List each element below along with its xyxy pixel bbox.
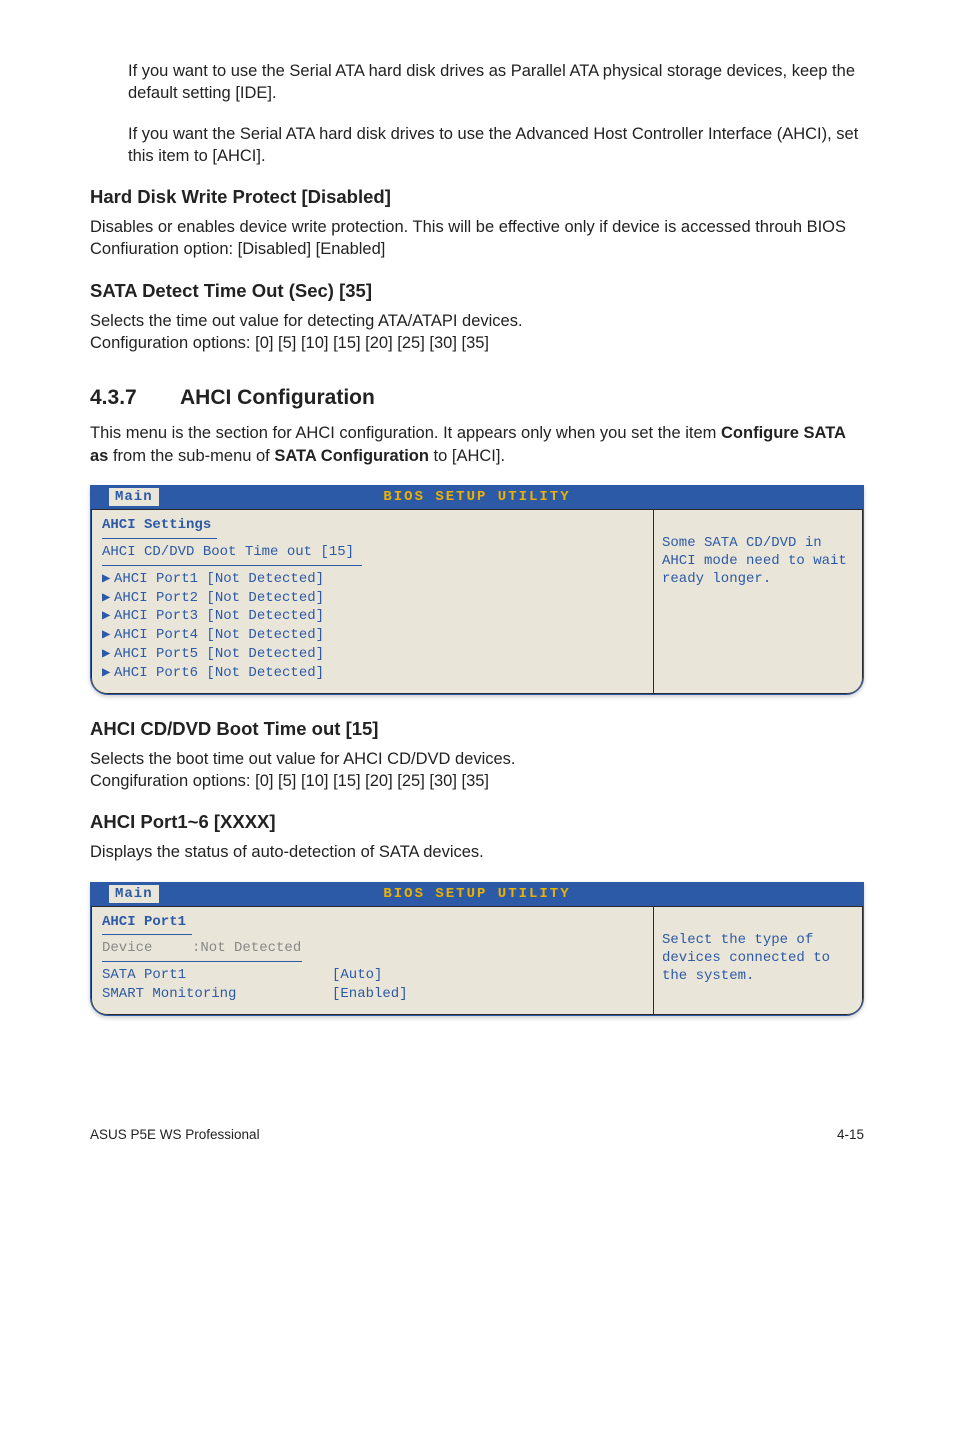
sata-timeout-l2: Configuration options: [0] [5] [10] [15]… [90,332,864,354]
hd-write-protect-body: Disables or enables device write protect… [90,216,864,261]
bios-help-text: Some SATA CD/DVD in AHCI mode need to wa… [662,534,854,589]
sata-timeout-l1: Selects the time out value for detecting… [90,310,864,332]
bios-help-text: Select the type of devices connected to … [662,931,854,986]
bios-title: BIOS SETUP UTILITY [383,886,570,902]
bios-device-row: Device:Not Detected [102,939,643,958]
page-footer: ASUS P5E WS Professional 4-15 [90,1126,864,1144]
bios-heading: AHCI Port1 [102,913,643,932]
triangle-right-icon: ▶ [102,645,114,664]
bios-tab-main: Main [109,885,159,903]
sata-timeout-title: SATA Detect Time Out (Sec) [35] [90,279,864,304]
intro-para-2: If you want the Serial ATA hard disk dri… [128,123,864,168]
footer-page-number: 4-15 [837,1126,864,1144]
footer-left: ASUS P5E WS Professional [90,1126,260,1144]
bios-port-row: ▶AHCI Port3 [Not Detected] [102,607,643,626]
bios-title-bar: Main BIOS SETUP UTILITY [91,486,863,509]
bios-heading: AHCI Settings [102,516,643,535]
ahci-boot-title: AHCI CD/DVD Boot Time out [15] [90,717,864,742]
section-heading: 4.3.7AHCI Configuration [90,384,864,412]
bios-title-bar: Main BIOS SETUP UTILITY [91,883,863,906]
ahci-port-title: AHCI Port1~6 [XXXX] [90,810,864,835]
section-title: AHCI Configuration [180,386,375,409]
bios-screenshot-ahci-settings: Main BIOS SETUP UTILITY AHCI Settings AH… [90,485,864,695]
hd-write-protect-title: Hard Disk Write Protect [Disabled] [90,185,864,210]
ahci-boot-l2: Congifuration options: [0] [5] [10] [15]… [90,770,864,792]
ahci-boot-l1: Selects the boot time out value for AHCI… [90,748,864,770]
bios-port-row: ▶AHCI Port6 [Not Detected] [102,664,643,683]
bios-tab-main: Main [109,488,159,506]
triangle-right-icon: ▶ [102,607,114,626]
bios-separator [102,934,192,935]
bios-screenshot-ahci-port1: Main BIOS SETUP UTILITY AHCI Port1 Devic… [90,882,864,1016]
bios-separator [102,961,302,962]
triangle-right-icon: ▶ [102,589,114,608]
triangle-right-icon: ▶ [102,664,114,683]
triangle-right-icon: ▶ [102,626,114,645]
bios-left-pane: AHCI Settings AHCI CD/DVD Boot Time out … [91,509,653,694]
bios-help-pane: Select the type of devices connected to … [653,906,863,1016]
bios-title: BIOS SETUP UTILITY [383,489,570,505]
bios-smart-row: SMART Monitoring[Enabled] [102,985,643,1004]
bios-separator [102,538,217,539]
bios-port-row: ▶AHCI Port5 [Not Detected] [102,645,643,664]
ahci-port-body: Displays the status of auto-detection of… [90,841,864,863]
bios-left-pane: AHCI Port1 Device:Not Detected SATA Port… [91,906,653,1016]
bios-port-row: ▶AHCI Port2 [Not Detected] [102,589,643,608]
bios-port-row: ▶AHCI Port1 [Not Detected] [102,570,643,589]
bios-sata-port1-row: SATA Port1[Auto] [102,966,643,985]
bios-separator [102,565,362,566]
intro-para-1: If you want to use the Serial ATA hard d… [128,60,864,105]
section-number: 4.3.7 [90,384,180,412]
bios-boot-time-row: AHCI CD/DVD Boot Time out [15] [102,543,643,562]
triangle-right-icon: ▶ [102,570,114,589]
bios-port-row: ▶AHCI Port4 [Not Detected] [102,626,643,645]
section-desc: This menu is the section for AHCI config… [90,422,864,467]
bios-help-pane: Some SATA CD/DVD in AHCI mode need to wa… [653,509,863,694]
